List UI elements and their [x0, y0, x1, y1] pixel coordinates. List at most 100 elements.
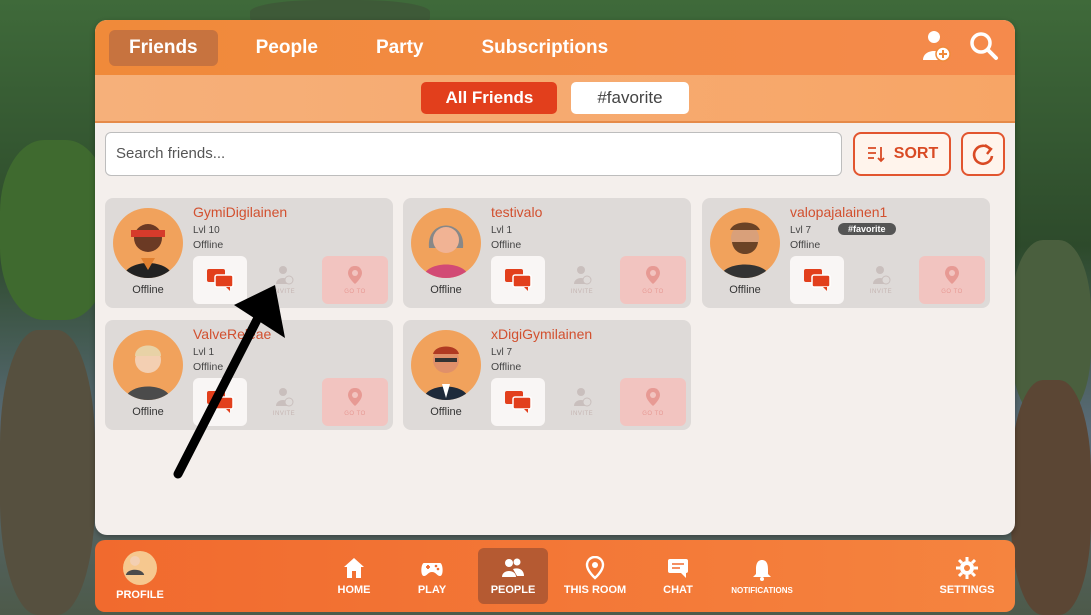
location-pin-icon	[646, 388, 660, 406]
invite-button[interactable]: INVITE	[553, 378, 611, 426]
chat-button[interactable]	[193, 256, 247, 304]
goto-button[interactable]: GO TO	[322, 378, 388, 426]
location-pin-icon	[585, 556, 605, 580]
favorite-tag-badge: #favorite	[838, 223, 896, 235]
friend-status: Offline	[491, 361, 522, 373]
chat-button[interactable]	[193, 378, 247, 426]
nav-chat[interactable]: CHAT	[653, 548, 703, 604]
filter-all-friends[interactable]: All Friends	[421, 82, 558, 114]
search-icon[interactable]	[969, 30, 999, 62]
bell-icon	[753, 559, 771, 581]
top-tab-bar: Friends People Party Subscriptions	[95, 20, 1015, 75]
invite-button[interactable]: INVITE	[553, 256, 611, 304]
nav-label: SETTINGS	[939, 584, 995, 596]
goto-label: GO TO	[941, 289, 963, 295]
goto-label: GO TO	[642, 411, 664, 417]
refresh-button[interactable]	[961, 132, 1005, 176]
friend-status: Offline	[193, 239, 224, 251]
goto-button[interactable]: GO TO	[620, 378, 686, 426]
friend-level: Lvl 7	[491, 347, 513, 358]
friend-name: xDigiGymilainen	[491, 326, 593, 342]
friend-name: ValveReleae	[193, 326, 272, 342]
invite-button[interactable]: INVITE	[255, 256, 313, 304]
goto-label: GO TO	[344, 289, 366, 295]
invite-label: INVITE	[570, 289, 594, 295]
friend-card[interactable]: Offline testivalo Lvl 1 Offline INVITE G…	[403, 198, 691, 308]
avatar-status-label: Offline	[430, 284, 462, 296]
invite-label: INVITE	[272, 411, 296, 417]
chat-icon	[505, 391, 532, 413]
goto-label: GO TO	[344, 411, 366, 417]
friend-level: Lvl 1	[491, 225, 513, 236]
chat-icon	[207, 391, 234, 413]
sort-label: SORT	[893, 145, 939, 162]
invite-icon	[276, 388, 294, 407]
filter-bar: All Friends #favorite	[95, 75, 1015, 123]
goto-button[interactable]: GO TO	[322, 256, 388, 304]
friend-card[interactable]: Offline valopajalainen1 Lvl 7 #favorite …	[702, 198, 990, 308]
nav-label: NOTIFICATIONS	[731, 585, 793, 595]
nav-home[interactable]: HOME	[329, 548, 379, 604]
location-pin-icon	[646, 266, 660, 284]
tab-subscriptions[interactable]: Subscriptions	[461, 30, 628, 66]
avatar	[113, 330, 183, 400]
home-icon	[344, 558, 364, 578]
friend-card[interactable]: Offline GymiDigilainen Lvl 10 Offline IN…	[105, 198, 393, 308]
refresh-icon	[972, 144, 994, 166]
sort-icon	[867, 147, 885, 163]
nav-label: PROFILE	[116, 589, 164, 601]
invite-icon	[276, 266, 294, 285]
nav-label: PEOPLE	[490, 584, 536, 596]
friend-card[interactable]: Offline xDigiGymilainen Lvl 7 Offline IN…	[403, 320, 691, 430]
invite-icon	[574, 266, 592, 285]
filter-favorite-tag[interactable]: #favorite	[571, 82, 689, 114]
chat-button[interactable]	[491, 378, 545, 426]
friend-card[interactable]: Offline ValveReleae Lvl 1 Offline INVITE…	[105, 320, 393, 430]
friend-name: valopajalainen1	[790, 204, 888, 220]
goto-label: GO TO	[642, 289, 664, 295]
friend-level: Lvl 10	[193, 225, 220, 236]
add-friend-icon[interactable]	[921, 30, 951, 62]
invite-label: INVITE	[272, 289, 296, 295]
avatar	[123, 551, 157, 585]
search-input[interactable]: Search friends...	[105, 132, 842, 176]
nav-label: HOME	[337, 584, 371, 596]
nav-notifications[interactable]: NOTIFICATIONS	[717, 548, 807, 604]
nav-profile[interactable]: PROFILE	[115, 548, 165, 604]
friend-level: Lvl 1	[193, 347, 215, 358]
background-scenery	[0, 140, 110, 320]
goto-button[interactable]: GO TO	[620, 256, 686, 304]
nav-this-room[interactable]: THIS ROOM	[560, 548, 630, 604]
location-pin-icon	[945, 266, 959, 284]
friend-status: Offline	[491, 239, 522, 251]
friend-status: Offline	[790, 239, 821, 251]
chat-icon	[804, 269, 831, 291]
friend-level: Lvl 7	[790, 225, 812, 236]
friends-panel: Friends People Party Subscriptions All F…	[95, 20, 1015, 535]
chat-icon	[207, 269, 234, 291]
background-scenery	[0, 330, 95, 615]
invite-button[interactable]: INVITE	[255, 378, 313, 426]
invite-label: INVITE	[869, 289, 893, 295]
nav-label: PLAY	[417, 584, 447, 596]
background-scenery	[1011, 380, 1091, 615]
avatar-status-label: Offline	[132, 406, 164, 418]
nav-settings[interactable]: SETTINGS	[937, 548, 997, 604]
chat-button[interactable]	[491, 256, 545, 304]
tab-friends[interactable]: Friends	[109, 29, 218, 66]
chat-icon	[505, 269, 532, 291]
friend-name: GymiDigilainen	[193, 204, 288, 220]
tab-party[interactable]: Party	[356, 30, 444, 66]
nav-people[interactable]: PEOPLE	[478, 548, 548, 604]
sort-button[interactable]: SORT	[853, 132, 951, 176]
nav-label: THIS ROOM	[563, 584, 627, 596]
chat-button[interactable]	[790, 256, 844, 304]
goto-button[interactable]: GO TO	[919, 256, 985, 304]
invite-button[interactable]: INVITE	[852, 256, 910, 304]
chat-icon	[668, 559, 688, 578]
location-pin-icon	[348, 266, 362, 284]
nav-play[interactable]: PLAY	[407, 548, 457, 604]
location-pin-icon	[348, 388, 362, 406]
avatar	[411, 208, 481, 278]
tab-people[interactable]: People	[236, 30, 338, 66]
